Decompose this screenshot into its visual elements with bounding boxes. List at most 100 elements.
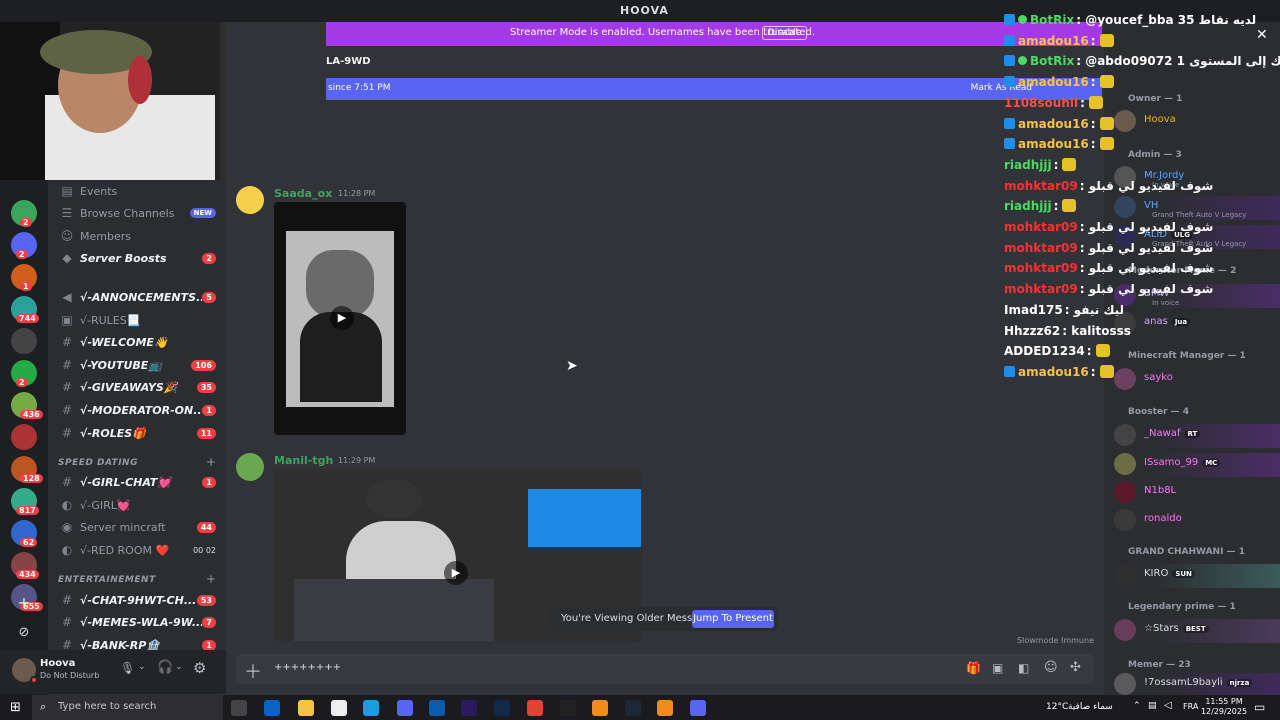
member-item[interactable]: N1b8L xyxy=(1104,481,1280,505)
disable-button[interactable]: Disable xyxy=(762,26,808,40)
emote-icon xyxy=(1099,33,1114,47)
steam-icon[interactable] xyxy=(625,700,641,716)
sticker-icon[interactable]: ◧ xyxy=(1018,661,1029,675)
store-icon[interactable] xyxy=(264,700,280,716)
avatar[interactable] xyxy=(236,186,264,214)
overlay-username: amadou16 xyxy=(1018,364,1089,379)
channel-item[interactable]: ◐ √-RED ROOM ❤️ 00 02 xyxy=(48,539,226,561)
server-icon[interactable] xyxy=(11,424,37,450)
overlay-message: : xyxy=(1090,33,1096,48)
server-icon[interactable] xyxy=(11,328,37,354)
emoji-icon[interactable]: ☺ xyxy=(1044,660,1058,675)
emote-icon xyxy=(1099,137,1114,151)
category-entertainement[interactable]: ENTERTAINEMENT xyxy=(58,575,156,585)
server-badge: 2 xyxy=(16,250,28,259)
language-indicator[interactable]: FRA xyxy=(1183,702,1198,711)
weather-temp[interactable]: 12°C xyxy=(1046,702,1068,712)
notepad-icon[interactable] xyxy=(331,700,347,716)
notification-icon[interactable]: ▭ xyxy=(1254,700,1265,714)
obs-icon[interactable] xyxy=(560,700,576,716)
message-author[interactable]: Manil-tgh xyxy=(274,454,333,467)
channel-item[interactable]: # √-WELCOME👋 xyxy=(48,331,226,353)
message-input[interactable]: ++++++++ xyxy=(274,662,341,673)
member-item[interactable]: !7ossamL9bayli njrza xyxy=(1104,673,1280,697)
microphone-icon[interactable]: 🎙 xyxy=(120,661,135,675)
fl-studio-icon[interactable] xyxy=(592,700,608,716)
channel-item[interactable]: ☰ Browse Channels NEW xyxy=(48,202,226,224)
gear-icon[interactable]: ⚙ xyxy=(193,659,206,677)
channel-item[interactable]: # √-GIRL-CHAT💓 1 xyxy=(48,471,226,493)
network-icon[interactable]: ▤ xyxy=(1148,701,1157,711)
outlook-icon[interactable] xyxy=(429,700,445,716)
vlc-icon[interactable] xyxy=(657,700,673,716)
add-server-icon[interactable]: + xyxy=(11,590,37,616)
volume-icon[interactable]: ◁ xyxy=(1164,700,1172,711)
chevron-down-icon[interactable]: ⌄ xyxy=(138,662,146,672)
play-icon[interactable]: ▶ xyxy=(444,561,468,585)
member-item[interactable]: _Nawaf RT xyxy=(1104,424,1280,448)
overlay-message: : xyxy=(1053,157,1059,172)
channel-item[interactable]: ◐ √-GIRL💓 xyxy=(48,494,226,516)
hash-icon: # xyxy=(61,638,73,650)
overlay-username: BotRix xyxy=(1030,13,1075,27)
close-icon[interactable]: ✕ xyxy=(1256,27,1268,43)
channel-item[interactable]: ◀ √-ANNONCEMENTS... 5 xyxy=(48,286,226,308)
overlay-message: : ليك نيفو xyxy=(1064,302,1125,317)
chevron-down-icon[interactable]: ⌄ xyxy=(175,662,183,672)
photoshop-icon[interactable] xyxy=(494,700,510,716)
new-messages-bar[interactable]: since 7:51 PM Mark As Read xyxy=(326,78,1102,100)
jump-to-present-button[interactable]: Jump To Present xyxy=(692,610,774,628)
channel-item[interactable]: # √-ROLES🎁 11 xyxy=(48,422,226,444)
task-view-icon[interactable] xyxy=(231,700,247,716)
discover-icon[interactable]: ⊘ xyxy=(11,620,37,646)
member-item[interactable]: ☆Stars BEST xyxy=(1104,619,1280,643)
taskbar-search[interactable]: ⌕ Type here to search xyxy=(32,695,223,720)
avatar[interactable] xyxy=(236,453,264,481)
member-item[interactable]: ronaldo xyxy=(1104,509,1280,533)
channel-item[interactable]: ◉ Server mincraft 44 xyxy=(48,516,226,538)
member-group-header: Legendary prime — 1 xyxy=(1128,602,1236,612)
overlay-username: amadou16 xyxy=(1018,33,1089,48)
verified-dot-icon xyxy=(1018,15,1027,24)
channel-item[interactable]: # √-MEMES-WLA-9W... 7 xyxy=(48,611,226,633)
edge-icon[interactable] xyxy=(363,700,379,716)
add-attachment-icon[interactable]: ＋ xyxy=(244,658,262,684)
message-composer[interactable]: ＋ ++++++++ 🎁 ▣ ◧ ☺ ✣ xyxy=(236,654,1094,684)
channel-item[interactable]: ◆ Server Boosts 2 xyxy=(48,247,226,269)
channel-item[interactable]: # √-YOUTUBE📺 106 xyxy=(48,354,226,376)
play-icon[interactable]: ▶ xyxy=(330,306,354,330)
channel-item[interactable]: # √-BANK-RP🏦 1 xyxy=(48,634,226,650)
channel-item[interactable]: ▣ √-RULES📃 xyxy=(48,309,226,331)
member-item[interactable]: KIRO SUN xyxy=(1104,564,1280,588)
file-explorer-icon[interactable] xyxy=(298,700,314,716)
search-input[interactable]: Type here to search xyxy=(58,701,156,712)
member-item[interactable]: ISsamo_99 MC xyxy=(1104,453,1280,477)
speaker-icon: ◐ xyxy=(61,543,73,557)
overlay-message: : شوف لفيديو لي قبلو xyxy=(1079,261,1214,276)
channel-item[interactable]: # √-GIVEAWAYS🎉 35 xyxy=(48,376,226,398)
gif-icon[interactable]: ▣ xyxy=(992,661,1003,675)
message-author[interactable]: Saada_ox xyxy=(274,187,332,200)
windows-start-icon[interactable]: ⊞ xyxy=(10,700,21,715)
overlay-chat-line: BotRix: @youcef_bba 35 لديه نقاط xyxy=(1004,13,1256,27)
video-attachment[interactable]: ▶ xyxy=(274,202,406,435)
gift-icon[interactable]: 🎁 xyxy=(966,661,981,675)
headphones-icon[interactable]: 🎧 xyxy=(157,660,173,675)
apps-icon[interactable]: ✣ xyxy=(1070,660,1081,675)
tray-chevron-icon[interactable]: ⌃ xyxy=(1133,701,1141,711)
discord-icon[interactable] xyxy=(397,700,413,716)
chrome-icon[interactable] xyxy=(527,700,543,716)
channel-item[interactable]: ☺ Members xyxy=(48,225,226,247)
premiere-icon[interactable] xyxy=(461,700,477,716)
video-screen-region xyxy=(294,579,494,641)
channel-item[interactable]: ▤ Events xyxy=(48,180,226,202)
category-speed-dating[interactable]: SPEED DATING xyxy=(58,458,138,468)
app-icon[interactable] xyxy=(690,700,706,716)
mention-badge: 5 xyxy=(202,291,216,303)
channel-item[interactable]: # √-MODERATOR-ON... 1 xyxy=(48,399,226,421)
add-channel-icon[interactable]: + xyxy=(206,572,216,586)
taskbar-clock[interactable]: 11:55 PM 12/29/2025 xyxy=(1200,697,1248,717)
verified-dot-icon xyxy=(1018,56,1027,66)
add-channel-icon[interactable]: + xyxy=(206,455,216,469)
channel-item[interactable]: # √-CHAT-9HWT-CH... 53 xyxy=(48,589,226,611)
